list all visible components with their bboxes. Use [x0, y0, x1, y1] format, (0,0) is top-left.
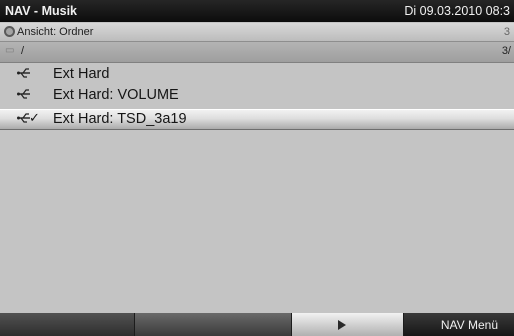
red-key-button[interactable] — [0, 313, 134, 336]
nav-music-screen: NAV - Musik Di 09.03.2010 08:3 Ansicht: … — [0, 0, 514, 336]
ring-icon — [4, 26, 15, 37]
list-item-label: Ext Hard — [53, 66, 110, 82]
page-indicator: 3/ — [501, 45, 511, 57]
check-icon: ✓ — [29, 110, 40, 125]
view-mode-edge-text: 3 — [503, 26, 510, 38]
blue-key-button[interactable]: NAV Menü — [404, 313, 514, 336]
view-mode-label: Ansicht: Ordner — [17, 26, 94, 38]
list-item-label: Ext Hard: VOLUME — [53, 87, 179, 103]
path-bar: ▭ / 3/ — [0, 42, 514, 63]
list-item[interactable]: Ext Hard — [0, 64, 514, 85]
nav-menu-label: NAV Menü — [440, 318, 498, 332]
list-item-selected[interactable]: ✓ Ext Hard: TSD_3a19 — [0, 109, 514, 130]
green-key-button[interactable] — [135, 313, 291, 336]
date-time: Di 09.03.2010 08:3 — [404, 4, 510, 18]
yellow-key-button[interactable] — [292, 313, 403, 336]
folder-icon: ▭ — [5, 45, 15, 56]
view-mode-bar[interactable]: Ansicht: Ordner 3 — [0, 23, 514, 42]
folder-list: Ext Hard Ext Hard: VOLUME ✓ Ext Hard: TS… — [0, 64, 514, 312]
play-icon — [338, 320, 346, 330]
usb-icon — [17, 89, 30, 99]
title-bar: NAV - Musik Di 09.03.2010 08:3 — [0, 0, 514, 22]
usb-icon — [17, 68, 30, 78]
list-item-label: Ext Hard: TSD_3a19 — [53, 111, 187, 127]
window-title: NAV - Musik — [5, 4, 77, 18]
list-item[interactable]: Ext Hard: VOLUME — [0, 85, 514, 106]
color-key-bar: NAV Menü — [0, 313, 514, 336]
current-path: / — [21, 45, 25, 57]
